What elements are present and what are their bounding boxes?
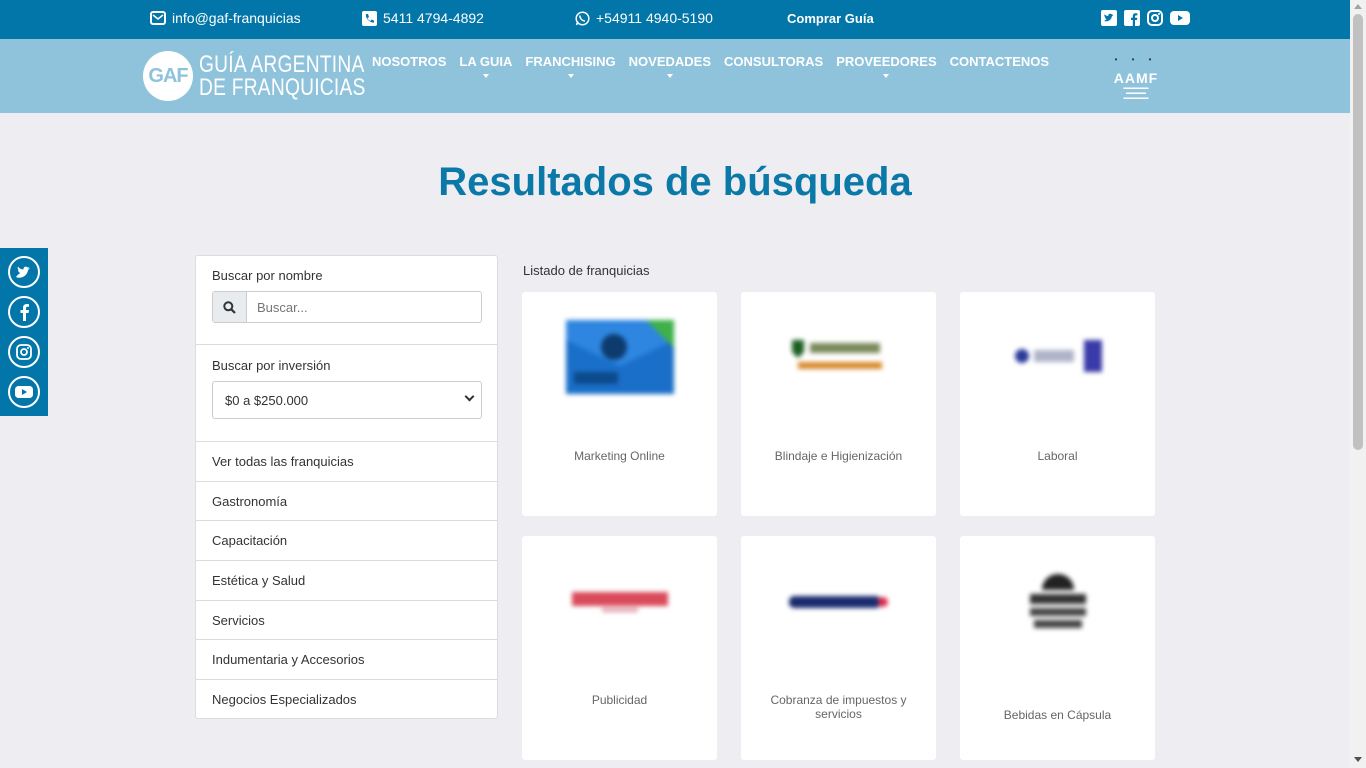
- nav-label: NOSOTROS: [372, 54, 447, 69]
- chevron-down-icon: [464, 391, 475, 402]
- franchise-card[interactable]: Blindaje e Higienización: [741, 292, 936, 516]
- nav-label: PROVEEDORES: [836, 54, 937, 69]
- franchise-category: Marketing Online: [574, 449, 665, 463]
- caret-down-icon: [666, 74, 673, 78]
- nav-label: NOVEDADES: [628, 54, 712, 69]
- franchise-logo-image: [788, 596, 888, 608]
- facebook-icon[interactable]: [1124, 10, 1140, 26]
- phone-text: 5411 4794-4892: [383, 10, 484, 26]
- category-capacitacion[interactable]: Capacitación: [196, 520, 497, 560]
- category-estetica-salud[interactable]: Estética y Salud: [196, 560, 497, 600]
- category-servicios[interactable]: Servicios: [196, 599, 497, 640]
- franchise-card[interactable]: Laboral: [960, 292, 1155, 516]
- nav-item-franchising[interactable]: FRANCHISING: [525, 54, 616, 78]
- youtube-icon[interactable]: [1170, 10, 1190, 26]
- side-twitter-icon[interactable]: [8, 256, 40, 288]
- franchise-card[interactable]: Bebidas en Cápsula: [960, 536, 1155, 760]
- side-social-bar: [0, 248, 48, 416]
- envelope-icon: [150, 11, 166, 25]
- logo-line-2: DE FRANQUICIAS: [199, 74, 366, 101]
- search-icon[interactable]: [213, 292, 247, 322]
- side-facebook-icon[interactable]: [8, 296, 40, 328]
- divider: [196, 344, 497, 345]
- nav-item-nosotros[interactable]: NOSOTROS: [372, 54, 446, 69]
- nav-item-contactenos[interactable]: CONTACTENOS: [950, 54, 1049, 69]
- investment-selected-value: $0 a $250.000: [225, 393, 309, 408]
- caret-down-icon: [482, 74, 489, 78]
- listing-title: Listado de franquicias: [523, 263, 650, 278]
- search-input[interactable]: [247, 292, 477, 322]
- twitter-icon[interactable]: [1101, 10, 1117, 26]
- franchise-category: Publicidad: [591, 693, 648, 707]
- franchise-logo-image: [1029, 574, 1086, 628]
- category-all[interactable]: Ver todas las franquicias: [196, 441, 497, 481]
- partner-logo-name: AAMF: [1113, 70, 1159, 86]
- top-social-links: [1101, 10, 1190, 26]
- search-by-name-label: Buscar por nombre: [212, 268, 323, 283]
- nav-menu: NOSOTROS LA GUIA FRANCHISING NOVEDADES C…: [372, 54, 1062, 78]
- franchise-card[interactable]: Marketing Online: [522, 292, 717, 516]
- franchise-logo-image: [791, 340, 882, 369]
- scroll-up-icon[interactable]: [1354, 4, 1362, 9]
- category-negocios-especializados[interactable]: Negocios Especializados: [196, 679, 497, 719]
- investment-select[interactable]: $0 a $250.000: [212, 381, 482, 419]
- phone-link[interactable]: 5411 4794-4892: [362, 10, 484, 26]
- page-scrollbar[interactable]: [1350, 0, 1366, 768]
- nav-item-consultoras[interactable]: CONSULTORAS: [724, 54, 823, 69]
- caret-down-icon: [883, 74, 890, 78]
- logo-mark: GAF: [143, 51, 193, 101]
- top-contact-bar: info@gaf-franquicias 5411 4794-4892 +549…: [0, 0, 1350, 39]
- logo-dots: • • •: [1114, 55, 1158, 64]
- instagram-icon[interactable]: [1147, 10, 1163, 26]
- franchise-logo-image: [571, 592, 668, 612]
- nav-label: CONSULTORAS: [724, 54, 824, 69]
- category-list: Ver todas las franquicias Gastronomía Ca…: [196, 441, 497, 719]
- nav-item-proveedores[interactable]: PROVEEDORES: [836, 54, 937, 78]
- scrollbar-thumb[interactable]: [1353, 14, 1363, 450]
- whatsapp-icon: [575, 10, 590, 26]
- caret-down-icon: [567, 74, 574, 78]
- page-title: Resultados de búsqueda: [438, 160, 912, 204]
- search-by-investment-label: Buscar por inversión: [212, 358, 331, 373]
- category-gastronomia[interactable]: Gastronomía: [196, 480, 497, 521]
- franchise-logo-image: [565, 320, 674, 394]
- franchise-category: Bebidas en Cápsula: [1003, 708, 1112, 722]
- email-link[interactable]: info@gaf-franquicias: [150, 10, 301, 26]
- nav-label: CONTACTENOS: [949, 54, 1050, 69]
- nav-label: FRANCHISING: [525, 54, 616, 69]
- franchise-category: Blindaje e Higienización: [774, 449, 903, 463]
- main-navbar: GAF GUÍA ARGENTINA DE FRANQUICIAS NOSOTR…: [0, 39, 1350, 113]
- filter-panel: Buscar por nombre Buscar por inversión $…: [195, 255, 498, 719]
- whatsapp-link[interactable]: +54911 4940-5190: [575, 10, 713, 26]
- partner-logo-subtext: ▬▬▬▬▬ ▬▬▬▬ ▬▬▬▬▬: [1123, 85, 1149, 101]
- nav-label: LA GUIA: [459, 54, 513, 69]
- franchise-logo-image: [1014, 340, 1102, 372]
- franchise-card[interactable]: Publicidad: [522, 536, 717, 760]
- side-youtube-icon[interactable]: [8, 376, 40, 408]
- email-text: info@gaf-franquicias: [172, 10, 301, 26]
- franchise-category: Cobranza de impuestos y servicios: [770, 693, 907, 721]
- buy-guide-link[interactable]: Comprar Guía: [787, 11, 874, 26]
- side-instagram-icon[interactable]: [8, 336, 40, 368]
- aamf-partner-logo[interactable]: • • • AAMF ▬▬▬▬▬ ▬▬▬▬ ▬▬▬▬▬: [1108, 55, 1164, 103]
- search-box: [212, 291, 482, 323]
- nav-item-la-guia[interactable]: LA GUIA: [459, 54, 513, 78]
- franchise-category: Laboral: [1037, 449, 1078, 463]
- category-indumentaria[interactable]: Indumentaria y Accesorios: [196, 639, 497, 679]
- nav-item-novedades[interactable]: NOVEDADES: [628, 54, 712, 78]
- franchise-card[interactable]: Cobranza de impuestos y servicios: [741, 536, 936, 760]
- scroll-down-icon[interactable]: [1354, 757, 1362, 762]
- phone-icon: [362, 10, 377, 26]
- whatsapp-text: +54911 4940-5190: [596, 10, 713, 26]
